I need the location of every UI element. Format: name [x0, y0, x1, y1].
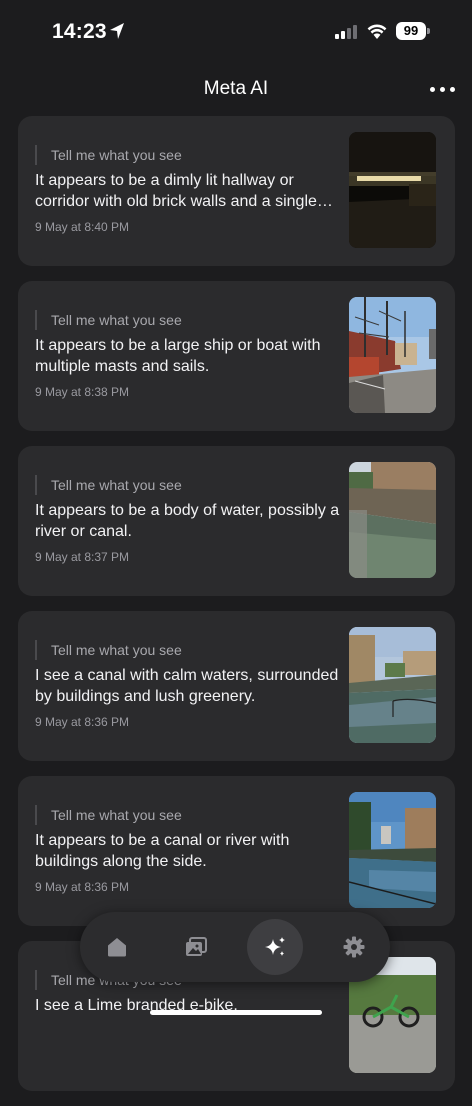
tab-home[interactable]	[89, 919, 145, 975]
card-thumbnail[interactable]	[349, 462, 436, 578]
card-reply: I see a canal with calm waters, surround…	[35, 667, 339, 705]
more-options-button[interactable]	[430, 79, 456, 99]
card-timestamp: 9 May at 8:40 PM	[35, 220, 130, 234]
card-reply: It appears to be a canal or river with b…	[35, 832, 290, 870]
card-timestamp: 9 May at 8:38 PM	[35, 385, 130, 399]
tab-settings[interactable]	[326, 919, 382, 975]
card-prompt: Tell me what you see	[35, 145, 182, 165]
card-prompt: Tell me what you see	[35, 805, 182, 825]
card-timestamp: 9 May at 8:36 PM	[35, 715, 130, 729]
location-arrow-icon	[110, 23, 124, 39]
history-card[interactable]: Tell me what you see It appears to be a …	[18, 446, 455, 596]
card-thumbnail[interactable]	[349, 132, 436, 248]
page-title: Meta AI	[203, 78, 269, 99]
river-wall-photo	[349, 462, 436, 578]
battery-tip	[427, 28, 430, 34]
tab-gallery[interactable]	[168, 919, 224, 975]
card-prompt: Tell me what you see	[35, 640, 182, 660]
cellular-signal-icon	[335, 25, 357, 39]
card-prompt: Tell me what you see	[35, 475, 182, 495]
gallery-icon	[186, 937, 207, 956]
history-card[interactable]: Tell me what you see It appears to be a …	[18, 281, 455, 431]
ship-masts-photo	[349, 297, 436, 413]
more-dot-icon	[440, 87, 445, 92]
card-timestamp: 9 May at 8:36 PM	[35, 880, 130, 894]
canal-wide-photo	[349, 792, 436, 908]
home-icon	[108, 938, 126, 957]
sparkle-icon	[265, 937, 285, 956]
card-reply: It appears to be a large ship or boat wi…	[35, 337, 321, 375]
battery-level: 99	[396, 22, 426, 40]
history-card[interactable]: Tell me what you see I see a canal with …	[18, 611, 455, 761]
status-time: 14:23	[52, 20, 107, 43]
history-card[interactable]: Tell me what you see It appears to be a …	[18, 776, 455, 926]
more-dot-icon	[430, 87, 435, 92]
more-dot-icon	[450, 87, 455, 92]
card-prompt: Tell me what you see	[35, 310, 182, 330]
card-reply: It appears to be a dimly lit hallway or …	[35, 172, 317, 210]
card-thumbnail[interactable]	[349, 297, 436, 413]
status-bar: 14:23 99	[0, 0, 472, 64]
home-indicator[interactable]	[150, 1010, 322, 1015]
history-card[interactable]: Tell me what you see It appears to be a …	[18, 116, 455, 266]
card-timestamp: 9 May at 8:37 PM	[35, 550, 130, 564]
bottom-tab-bar	[80, 912, 390, 982]
battery-icon: 99	[396, 22, 430, 40]
card-thumbnail[interactable]	[349, 627, 436, 743]
card-thumbnail[interactable]	[349, 792, 436, 908]
card-reply: It appears to be a body of water, possib…	[35, 502, 340, 540]
tab-meta-ai[interactable]	[247, 919, 303, 975]
dark-hallway-photo	[349, 132, 436, 248]
gear-icon	[343, 936, 365, 958]
canal-buildings-photo	[349, 627, 436, 743]
wifi-icon	[367, 24, 387, 39]
